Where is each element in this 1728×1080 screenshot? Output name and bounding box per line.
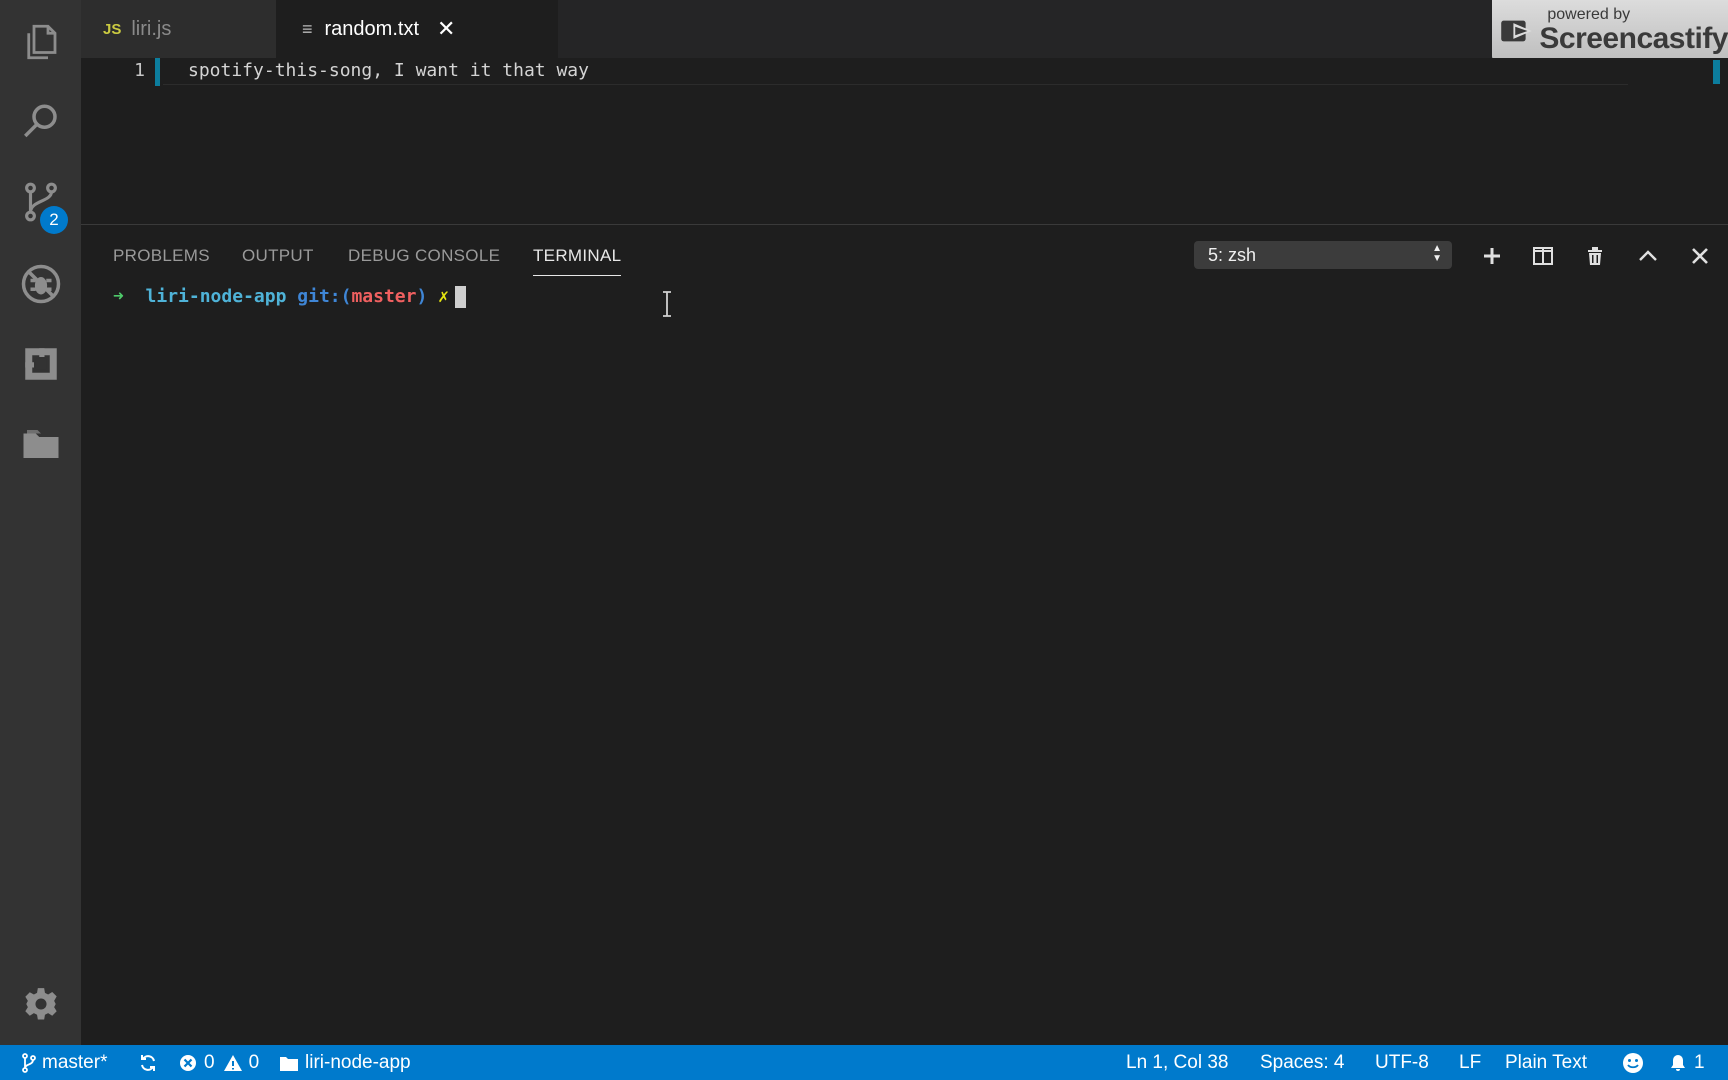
text-file-icon: ≡	[302, 18, 313, 39]
prompt-arrow: ➜	[113, 286, 124, 307]
close-panel-button[interactable]	[1684, 240, 1716, 272]
terminal-select[interactable]: 5: zsh ▲ ▼	[1194, 241, 1452, 269]
notification-count: 1	[1694, 1052, 1705, 1073]
warning-count: 0	[248, 1052, 260, 1073]
prompt-branch: master	[351, 286, 417, 307]
split-terminal-button[interactable]	[1527, 240, 1559, 272]
watermark-line1: powered by	[1547, 6, 1631, 23]
tab-output[interactable]: OUTPUT	[242, 236, 314, 276]
folder-label: liri-node-app	[305, 1052, 411, 1073]
debug-button[interactable]	[0, 248, 81, 320]
tab-random-txt[interactable]: ≡ random.txt ✕	[276, 0, 558, 58]
source-control-button[interactable]: 2	[0, 166, 81, 238]
gear-icon	[24, 988, 57, 1020]
close-icon	[1692, 248, 1708, 264]
prompt-dirty-mark: ✗	[438, 286, 450, 307]
editor-tab-bar: JS liri.js ≡ random.txt ✕	[81, 0, 1728, 58]
tab-terminal[interactable]: TERMINAL	[533, 236, 622, 276]
debug-icon	[21, 264, 60, 304]
feedback-button[interactable]	[1622, 1045, 1650, 1080]
notifications-button[interactable]: 1	[1668, 1045, 1705, 1080]
folder-icon	[23, 430, 58, 458]
search-icon	[23, 104, 57, 138]
current-line-highlight	[163, 84, 1628, 85]
trash-icon	[1588, 247, 1602, 265]
language-status[interactable]: Plain Text	[1505, 1045, 1587, 1080]
tab-label: random.txt	[324, 17, 419, 40]
editor-line[interactable]: spotify-this-song, I want it that way	[188, 58, 589, 84]
tab-label: liri.js	[131, 17, 172, 40]
terminal-prompt[interactable]: ➜ liri-node-app git:(master) ✗	[113, 284, 467, 310]
explorer-icon	[26, 24, 56, 60]
tab-liri-js[interactable]: JS liri.js	[81, 0, 276, 58]
smiley-icon	[1623, 1052, 1643, 1073]
bell-icon	[1671, 1054, 1685, 1071]
select-arrows-icon: ▲ ▼	[1432, 243, 1442, 264]
kill-terminal-button[interactable]	[1579, 240, 1611, 272]
status-bar: master* 0 0 liri-node-app Ln 1, Col 38 S…	[0, 1045, 1728, 1080]
extensions-icon	[24, 348, 57, 380]
editor-area[interactable]: 1 spotify-this-song, I want it that way	[81, 58, 1728, 225]
prompt-git-suffix: )	[416, 286, 428, 307]
screencastify-watermark: powered by Screencastify	[1492, 0, 1728, 62]
eol-status[interactable]: LF	[1459, 1045, 1481, 1080]
sync-icon	[141, 1054, 155, 1071]
git-branch-status[interactable]: master*	[22, 1045, 107, 1080]
problems-status[interactable]: 0 0	[178, 1045, 259, 1080]
settings-button[interactable]	[0, 968, 81, 1040]
scm-badge: 2	[40, 206, 68, 234]
watermark-line2: Screencastify	[1539, 22, 1728, 55]
workspace-folder-status[interactable]: liri-node-app	[279, 1045, 411, 1080]
indentation-status[interactable]: Spaces: 4	[1260, 1045, 1345, 1080]
activity-bar: 2	[0, 0, 81, 1045]
tab-problems[interactable]: PROBLEMS	[113, 236, 210, 276]
tab-debug-console[interactable]: DEBUG CONSOLE	[348, 236, 500, 276]
error-count: 0	[204, 1052, 215, 1073]
cursor-position-status[interactable]: Ln 1, Col 38	[1126, 1045, 1228, 1080]
new-terminal-button[interactable]	[1476, 240, 1508, 272]
ibeam-cursor-icon	[663, 291, 671, 317]
terminal-cursor	[455, 286, 467, 308]
modified-line-marker	[155, 58, 160, 86]
warning-icon	[223, 1054, 242, 1071]
branch-label: master*	[42, 1052, 108, 1073]
chevron-up-icon	[1639, 250, 1657, 261]
line-number: 1	[134, 60, 145, 81]
folder-button[interactable]	[0, 408, 81, 480]
search-button[interactable]	[0, 86, 81, 158]
plus-icon	[1484, 248, 1500, 264]
folder-icon	[280, 1056, 298, 1071]
encoding-status[interactable]: UTF-8	[1375, 1045, 1429, 1080]
overview-ruler-mark	[1713, 60, 1720, 84]
close-icon[interactable]: ✕	[437, 16, 455, 42]
prompt-directory: liri-node-app	[145, 286, 287, 307]
prompt-git-prefix: git:(	[297, 286, 352, 307]
maximize-panel-button[interactable]	[1632, 240, 1664, 272]
terminal-select-value: 5: zsh	[1208, 245, 1257, 265]
js-file-icon: JS	[103, 20, 122, 38]
explorer-button[interactable]	[0, 6, 81, 78]
sync-button[interactable]	[138, 1045, 164, 1080]
git-branch-icon	[22, 1052, 36, 1073]
split-icon	[1533, 247, 1553, 265]
error-icon	[180, 1054, 196, 1071]
play-logo-icon	[1501, 20, 1532, 42]
extensions-button[interactable]	[0, 328, 81, 400]
